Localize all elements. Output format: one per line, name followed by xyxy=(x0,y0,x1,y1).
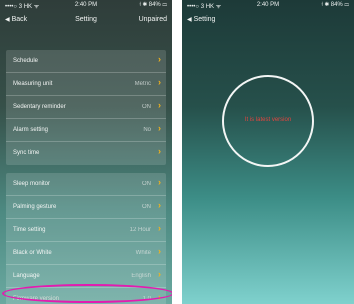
row-label: Schedule xyxy=(13,58,39,64)
settings-row-alarm-setting[interactable]: Alarm setting No › xyxy=(6,119,166,142)
settings-row-schedule[interactable]: Schedule › xyxy=(6,50,166,73)
settings-row-measuring-unit[interactable]: Measuring unit Metric › xyxy=(6,73,166,96)
battery-indicator: ⍿ ✱ 84% ▭ xyxy=(139,2,167,8)
latest-version-message: It is latest version xyxy=(244,117,292,123)
settings-row-sleep-monitor[interactable]: Sleep monitor ON › xyxy=(6,173,166,196)
row-label: Sedentary reminder xyxy=(13,104,66,110)
row-value: White xyxy=(135,250,151,256)
chevron-right-icon: › xyxy=(158,100,161,110)
nav-bar: ◀ Setting xyxy=(182,13,354,29)
row-label: Palming gesture xyxy=(13,204,57,210)
row-label: Sync time xyxy=(13,150,40,156)
row-value: ON xyxy=(142,181,151,187)
highlight-annotation xyxy=(2,284,172,303)
chevron-right-icon: › xyxy=(158,223,161,233)
firmware-check-screen: ••••○ 3 HK ᯤ 2:40 PM ⍿ ✱ 84% ▭ ◀ Setting … xyxy=(182,0,354,304)
settings-screen: ••••○ 3 HK ᯤ 2:40 PM ⍿ ✱ 84% ▭ ◀ Back Set… xyxy=(0,0,172,304)
settings-row-sedentary-reminder[interactable]: Sedentary reminder ON › xyxy=(6,96,166,119)
row-label: Sleep monitor xyxy=(13,181,51,187)
chevron-right-icon: › xyxy=(158,123,161,133)
row-label: Measuring unit xyxy=(13,81,53,87)
settings-row-time-setting[interactable]: Time setting 12 Hour › xyxy=(6,219,166,242)
chevron-right-icon: › xyxy=(158,200,161,210)
settings-row-palming-gesture[interactable]: Palming gesture ON › xyxy=(6,196,166,219)
row-value: ON xyxy=(142,204,151,210)
nav-bar: ◀ Back Setting Unpaired xyxy=(0,13,172,29)
chevron-right-icon: › xyxy=(158,77,161,87)
settings-row-sync-time[interactable]: Sync time › xyxy=(6,142,166,165)
row-label: Time setting xyxy=(13,227,46,233)
settings-row-black-or-white[interactable]: Black or White White › xyxy=(6,242,166,265)
version-status-circle: It is latest version xyxy=(222,75,314,167)
status-bar: ••••○ 3 HK ᯤ 2:40 PM ⍿ ✱ 84% ▭ xyxy=(182,2,354,11)
back-arrow-icon: ◀ xyxy=(187,17,192,23)
battery-indicator: ⍿ ✱ 84% ▭ xyxy=(321,2,349,8)
back-button[interactable]: ◀ Setting xyxy=(187,16,215,23)
back-label: Setting xyxy=(193,16,216,23)
row-label: Language xyxy=(13,273,40,279)
row-label: Alarm setting xyxy=(13,127,49,133)
chevron-right-icon: › xyxy=(158,146,161,156)
chevron-right-icon: › xyxy=(158,177,161,187)
row-value: 12 Hour xyxy=(129,227,151,233)
chevron-right-icon: › xyxy=(158,269,161,279)
status-bar: ••••○ 3 HK ᯤ 2:40 PM ⍿ ✱ 84% ▭ xyxy=(0,2,172,11)
row-value: No xyxy=(143,127,151,133)
row-value: ON xyxy=(142,104,151,110)
settings-group-1: Schedule › Measuring unit Metric › Seden… xyxy=(6,50,166,165)
row-value: Metric xyxy=(134,81,151,87)
row-value: English xyxy=(131,273,151,279)
chevron-right-icon: › xyxy=(158,246,161,256)
unpaired-button[interactable]: Unpaired xyxy=(139,16,167,23)
row-label: Black or White xyxy=(13,250,52,256)
chevron-right-icon: › xyxy=(158,54,161,64)
